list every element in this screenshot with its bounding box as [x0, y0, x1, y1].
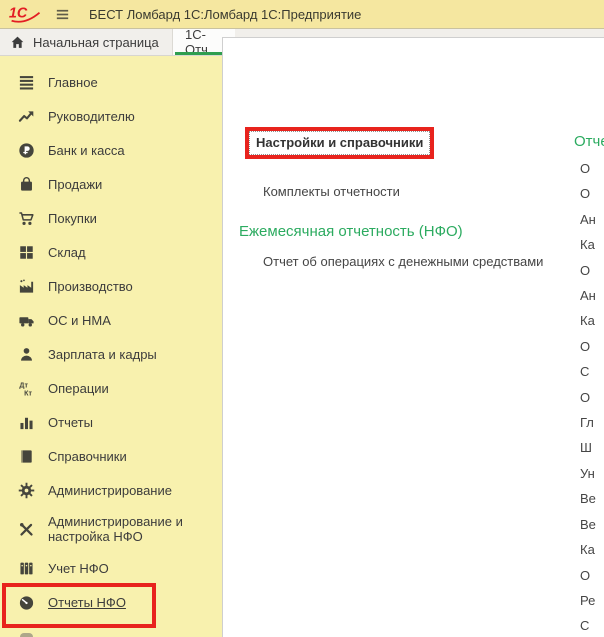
warehouse-grid-icon [18, 244, 35, 261]
bar-chart-icon [18, 414, 35, 431]
trend-arrow-icon [18, 108, 35, 125]
report-link-truncated[interactable]: Ан [574, 207, 596, 232]
annotation-box-reports-nfo [2, 583, 156, 628]
reporting-sets-link[interactable]: Комплекты отчетности [263, 184, 400, 199]
ruble-coin-icon [18, 142, 35, 159]
binders-icon [18, 560, 35, 577]
1c-logo-icon: 1С [8, 4, 44, 24]
reports-column-heading-truncated[interactable]: Отче [574, 133, 604, 150]
report-link-truncated[interactable]: С [574, 359, 596, 384]
report-link-truncated[interactable]: Ка [574, 232, 596, 257]
report-link-truncated[interactable]: О [574, 334, 596, 359]
sidebar-item-tools[interactable]: Администрирование и настройка НФО [0, 507, 222, 551]
report-link-truncated[interactable]: Ре [574, 588, 596, 613]
svg-text:Кт: Кт [24, 389, 32, 396]
person-icon [18, 346, 35, 363]
svg-text:Дт: Дт [19, 381, 28, 389]
report-link-truncated[interactable]: Ун [574, 461, 596, 486]
partial-next-section-icon [20, 633, 33, 637]
shopping-bag-icon [18, 176, 35, 193]
main-sections-icon [18, 74, 35, 91]
factory-icon [18, 278, 35, 295]
report-link-truncated[interactable]: Ш [574, 435, 596, 460]
sidebar-item-main-sections[interactable]: Главное [0, 65, 222, 99]
cash-operations-report-link[interactable]: Отчет об операциях с денежными средствам… [263, 254, 543, 269]
sidebar-item-trend-arrow[interactable]: Руководителю [0, 99, 222, 133]
sidebar-item-factory[interactable]: Производство [0, 269, 222, 303]
tools-icon [18, 521, 35, 538]
sidebar-item-binders[interactable]: Учет НФО [0, 551, 222, 585]
report-link-truncated[interactable]: Гл [574, 410, 596, 435]
report-link-truncated[interactable]: Ве [574, 512, 596, 537]
main-menu-icon[interactable] [54, 6, 71, 23]
report-link-truncated[interactable]: Ан [574, 283, 596, 308]
tab-home-label: Начальная страница [33, 35, 159, 50]
report-link-truncated[interactable]: О [574, 563, 596, 588]
sidebar-item-book[interactable]: Справочники [0, 439, 222, 473]
report-link-truncated[interactable]: О [574, 258, 596, 283]
report-link-truncated[interactable]: Ка [574, 308, 596, 333]
sidebar-item-shopping-bag[interactable]: Продажи [0, 167, 222, 201]
annotation-box-settings: Настройки и справочники [245, 127, 434, 159]
window-title: БЕСТ Ломбард 1С:Ломбард 1С:Предприятие [89, 7, 361, 22]
monthly-reporting-nfo-heading[interactable]: Ежемесячная отчетность (НФО) [239, 223, 463, 240]
sidebar-item-person[interactable]: Зарплата и кадры [0, 337, 222, 371]
report-link-truncated[interactable]: О [574, 181, 596, 206]
sidebar-item-gear[interactable]: Администрирование [0, 473, 222, 507]
reports-nfo-flyout-panel: Настройки и справочники Комплекты отчетн… [222, 37, 604, 637]
svg-text:1С: 1С [9, 6, 28, 22]
sidebar-item-debit-credit[interactable]: ДтКт Операции [0, 371, 222, 405]
shopping-cart-icon [18, 210, 35, 227]
sidebar-item-warehouse-grid[interactable]: Склад [0, 235, 222, 269]
report-link-truncated[interactable]: С [574, 613, 596, 637]
book-icon [18, 448, 35, 465]
sidebar-item-ruble-coin[interactable]: Банк и касса [0, 133, 222, 167]
app-header: 1С БЕСТ Ломбард 1С:Ломбард 1С:Предприяти… [0, 0, 604, 29]
reports-column: О О Ан Ка О Ан Ка О С О Гл Ш [574, 156, 596, 637]
tab-home-page[interactable]: Начальная страница [0, 29, 173, 55]
report-link-truncated[interactable]: Ве [574, 486, 596, 511]
report-link-truncated[interactable]: О [574, 156, 596, 181]
debit-credit-icon: ДтКт [18, 380, 35, 397]
report-link-truncated[interactable]: Ка [574, 537, 596, 562]
sidebar-item-truck[interactable]: ОС и НМА [0, 303, 222, 337]
gear-icon [18, 482, 35, 499]
sidebar-item-bar-chart[interactable]: Отчеты [0, 405, 222, 439]
home-icon [10, 35, 25, 50]
settings-and-directories-link[interactable]: Настройки и справочники [249, 131, 430, 155]
report-link-truncated[interactable]: О [574, 385, 596, 410]
sidebar-item-shopping-cart[interactable]: Покупки [0, 201, 222, 235]
truck-icon [18, 312, 35, 329]
section-sidebar: Главное Руководителю Банк и касса Продаж… [0, 56, 222, 637]
tab-1c-reporting-label: 1С-Отч [185, 27, 225, 57]
